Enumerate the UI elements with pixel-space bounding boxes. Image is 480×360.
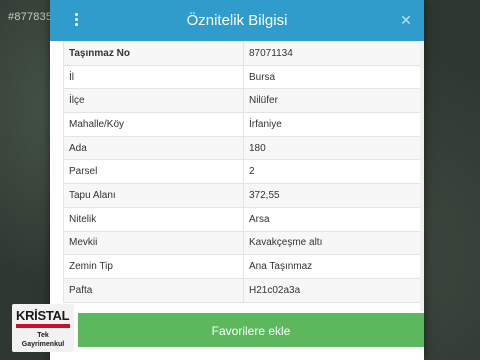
attribute-value: 372,55 <box>243 183 424 208</box>
table-row: Taşınmaz No 87071134 <box>63 41 424 66</box>
attribute-key: Parsel <box>63 159 244 185</box>
attribute-key: Nitelik <box>63 206 244 232</box>
scrollbar[interactable] <box>420 41 424 311</box>
kebab-menu-icon[interactable] <box>74 13 80 29</box>
table-row: Tapu Alanı 372,55 <box>63 183 424 208</box>
attribute-key: Taşınmaz No <box>63 41 244 66</box>
attribute-value: Nilüfer <box>243 88 424 114</box>
modal-header: Öznitelik Bilgisi ✕ <box>50 0 424 41</box>
attribute-key: Ada <box>63 135 244 161</box>
attribute-key: Mevkii <box>63 230 244 256</box>
attribute-value: Ana Taşınmaz <box>243 254 424 279</box>
logo-mark: KRİSTAL <box>16 308 70 323</box>
logo-subtitle: Tek Gayrimenkul <box>21 332 65 348</box>
attribute-value: Arsa <box>243 206 424 232</box>
table-row: İl Bursa <box>63 64 424 90</box>
attribute-value: H21c02a3a <box>243 277 424 303</box>
attribute-value: İrfaniye <box>243 112 424 137</box>
attribute-value: Kavakçeşme altı <box>243 230 424 256</box>
add-to-favorites-button[interactable]: Favorilere ekle <box>78 313 424 347</box>
table-row: Mevkii Kavakçeşme altı <box>63 230 424 256</box>
attribute-key: Tapu Alanı <box>63 183 244 208</box>
attribute-value: 180 <box>243 135 424 161</box>
attribute-key: Mahalle/Köy <box>63 112 244 137</box>
table-row: Zemin Tip Ana Taşınmaz <box>63 254 424 279</box>
attribute-value: 87071134 <box>243 41 424 66</box>
table-row: Nitelik Arsa <box>63 206 424 232</box>
attribute-key: İl <box>63 64 244 90</box>
attribute-value: Bursa <box>243 64 424 90</box>
table-row: Ada 180 <box>63 135 424 161</box>
table-row: Parsel 2 <box>63 159 424 185</box>
close-icon[interactable]: ✕ <box>398 12 414 28</box>
attribute-key: Zemin Tip <box>63 254 244 279</box>
table-row: Pafta H21c02a3a <box>63 277 424 303</box>
attribute-info-modal: Öznitelik Bilgisi ✕ Taşınmaz No 87071134 İ… <box>50 0 424 360</box>
modal-title: Öznitelik Bilgisi <box>186 12 288 29</box>
attribute-key: Pafta <box>63 277 244 303</box>
table-row: İlçe Nilüfer <box>63 88 424 114</box>
attribute-value: 2 <box>243 159 424 185</box>
brand-logo: KRİSTAL Tek Gayrimenkul <box>12 304 74 352</box>
attribute-key: İlçe <box>63 88 244 114</box>
logo-bar <box>16 324 70 328</box>
table-row: Mahalle/Köy İrfaniye <box>63 112 424 137</box>
attribute-table: Taşınmaz No 87071134 İl Bursa İlçe Nilüfer Mah… <box>63 41 424 303</box>
